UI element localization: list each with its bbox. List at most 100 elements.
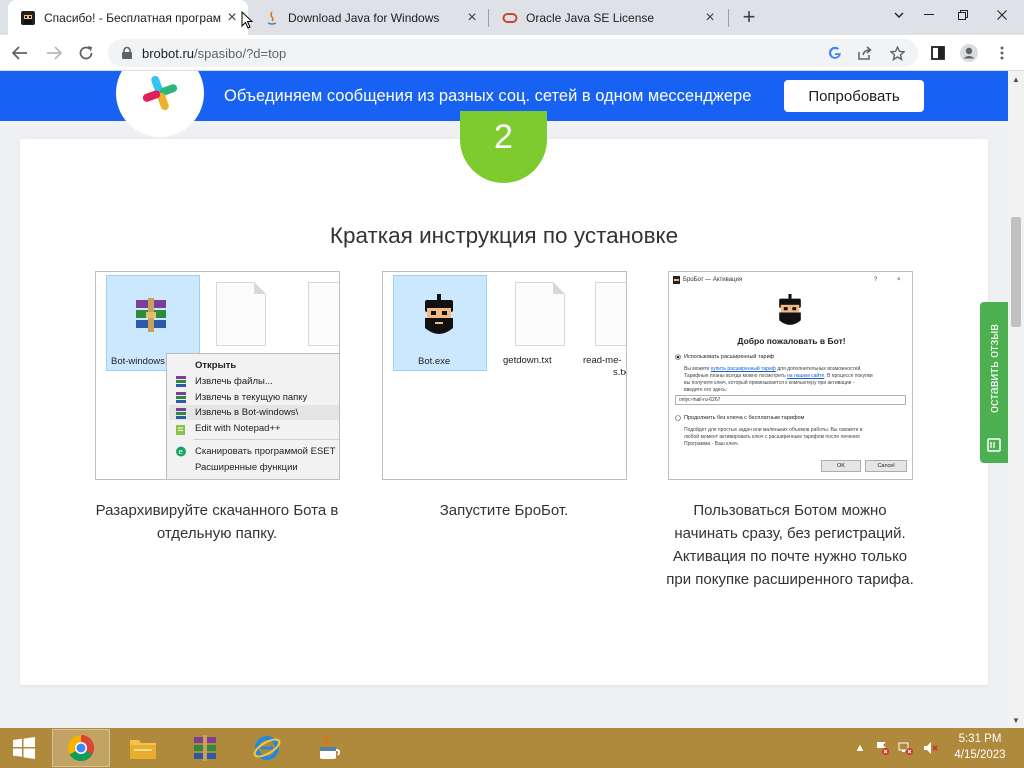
ctx-item-notepad: Edit with Notepad++ xyxy=(195,423,281,434)
svg-text:e: e xyxy=(179,448,183,456)
new-tab-button[interactable]: + xyxy=(737,4,761,29)
file-label: Bot-windows xyxy=(111,356,165,367)
address-bar[interactable]: brobot.ru/spasibo/?d=top xyxy=(108,39,918,67)
taskbar-file-explorer[interactable] xyxy=(114,729,172,767)
minimize-button[interactable] xyxy=(912,0,946,30)
tab-strip: Спасибо! - Бесплатная програм × Download… xyxy=(0,0,1024,35)
ctx-item-extract-files: Извлечь файлы... xyxy=(195,376,273,387)
dialog-close: × xyxy=(897,277,901,283)
close-window-button[interactable] xyxy=(980,0,1024,30)
restore-button[interactable] xyxy=(946,0,980,30)
feedback-label: оставить отзыв xyxy=(987,324,1001,414)
scroll-down-arrow-icon[interactable]: ▼ xyxy=(1008,712,1024,728)
back-button[interactable] xyxy=(6,39,34,67)
dialog-help: ? xyxy=(874,277,878,283)
url-path: /spasibo/?d=top xyxy=(194,45,287,61)
lock-icon[interactable] xyxy=(120,46,134,60)
tab-search-chevron-icon[interactable] xyxy=(882,0,916,30)
winrar-archive-icon xyxy=(136,298,166,332)
context-menu: Открыть Извлечь файлы... Извлечь в текущ… xyxy=(166,353,339,479)
java-favicon-icon xyxy=(264,10,280,26)
taskbar-java[interactable] xyxy=(300,729,358,767)
document-file-icon xyxy=(515,282,565,346)
notepad-plus-icon xyxy=(176,425,185,435)
ctx-item-eset-scan: Сканировать программой ESET xyxy=(195,446,336,457)
start-button[interactable] xyxy=(0,728,48,768)
option-free-desc: Подойдет для простых задач или маленьких… xyxy=(684,427,863,447)
profile-avatar-icon[interactable] xyxy=(959,43,979,63)
dialog-title: БроБот — Активация xyxy=(683,277,743,283)
folder-icon xyxy=(130,740,156,759)
screenshot-activation: БроБот — Активация ? × Добро пожаловать … xyxy=(668,271,913,480)
page-viewport: Объединяем сообщения из разных соц. сете… xyxy=(0,71,1008,728)
oracle-favicon-icon xyxy=(502,10,518,26)
url-text: brobot.ru/spasibo/?d=top xyxy=(142,46,286,61)
side-panel-icon[interactable] xyxy=(928,43,948,63)
taskbar-chrome[interactable] xyxy=(52,729,110,767)
document-file-icon xyxy=(595,282,626,346)
caption-step-launch: Запустите БроБот. xyxy=(439,502,569,519)
tray-action-center-icon[interactable] xyxy=(874,740,890,756)
screen: Спасибо! - Бесплатная програм × Download… xyxy=(0,0,1024,768)
eset-icon: e xyxy=(176,446,186,457)
scroll-up-arrow-icon[interactable]: ▲ xyxy=(1008,71,1024,87)
screenshot-unpack: Bot-windows Открыть Извлечь файлы... Изв… xyxy=(95,271,340,480)
screenshot-launch: Bot.exe getdown.txt read-me- s.tx xyxy=(382,271,627,480)
option-free: Продолжить без ключа с бесплатным тарифо… xyxy=(684,415,805,421)
close-tab-icon[interactable]: × xyxy=(462,8,482,28)
windows-logo-icon xyxy=(13,737,35,759)
tab-title: Спасибо! - Бесплатная програм xyxy=(44,10,221,25)
dialog-heading: Добро пожаловать в Бот! xyxy=(737,336,846,346)
radio-unselected-icon xyxy=(675,415,681,421)
file-label: Bot.exe xyxy=(418,356,451,367)
share-icon[interactable] xyxy=(856,44,874,62)
ctx-item-extract-here: Извлечь в текущую папку xyxy=(195,392,308,403)
tab-oracle-license[interactable]: Oracle Java SE License × xyxy=(490,0,726,35)
slack-logo-icon xyxy=(116,71,204,137)
winrar-icon xyxy=(194,735,216,761)
close-tab-icon[interactable]: × xyxy=(700,8,720,28)
tab-separator xyxy=(488,9,489,27)
tray-volume-muted-icon[interactable] xyxy=(922,740,938,756)
tray-network-icon[interactable] xyxy=(898,740,914,756)
tab-java-download[interactable]: Download Java for Windows × xyxy=(252,0,488,35)
winrar-small-icon xyxy=(176,376,186,387)
caption-step-activate: Пользоваться Ботом можно начинать сразу,… xyxy=(666,502,914,588)
taskbar-clock[interactable]: 5:31 PM 4/15/2023 xyxy=(948,731,1012,763)
caption-step-unpack: Разархивируйте скачанного Бота в отдельн… xyxy=(95,502,339,542)
menu-kebab-icon[interactable] xyxy=(992,43,1012,63)
feedback-tab[interactable]: оставить отзыв xyxy=(980,302,1008,463)
bookmark-star-icon[interactable] xyxy=(888,44,906,62)
bot-exe-tile: Bot.exe xyxy=(393,275,487,371)
dialog-titlebar: БроБот — Активация ? × xyxy=(669,272,912,288)
java-icon xyxy=(320,734,341,759)
browser-toolbar: brobot.ru/spasibo/?d=top xyxy=(0,35,1024,71)
tray-show-hidden-icon[interactable]: ▲ xyxy=(852,740,868,756)
page-scrollbar[interactable]: ▲ ▼ xyxy=(1008,71,1024,728)
option-extended-desc: Вы можете купить расширенный тариф для д… xyxy=(684,366,873,393)
document-file-icon xyxy=(308,282,339,346)
taskbar-internet-explorer[interactable] xyxy=(238,729,296,767)
file-label: read-me- xyxy=(583,355,622,366)
google-translate-icon[interactable] xyxy=(826,44,844,62)
forward-button[interactable] xyxy=(40,39,68,67)
banner-text: Объединяем сообщения из разных соц. сете… xyxy=(224,87,752,105)
ctx-item-advanced: Расширенные функции xyxy=(195,462,298,473)
try-button[interactable]: Попробовать xyxy=(784,80,924,112)
clock-date: 4/15/2023 xyxy=(954,749,1006,761)
close-tab-icon[interactable]: × xyxy=(222,8,242,28)
reload-button[interactable] xyxy=(72,39,100,67)
brobot-dialog-icon xyxy=(779,294,801,325)
tab-brobot[interactable]: Спасибо! - Бесплатная програм × xyxy=(8,0,248,35)
brobot-app-icon xyxy=(425,294,453,334)
dialog-cancel-button: Cancel xyxy=(865,460,907,472)
internet-explorer-icon xyxy=(253,736,281,760)
url-host: brobot.ru xyxy=(142,45,195,61)
radio-selected-icon xyxy=(675,354,681,360)
document-file-icon xyxy=(216,282,266,346)
tab-title: Download Java for Windows xyxy=(288,10,440,25)
scrollbar-thumb[interactable] xyxy=(1011,217,1021,327)
taskbar-winrar[interactable] xyxy=(176,729,234,767)
ctx-item-open: Открыть xyxy=(195,360,237,371)
key-input: onlyc-mail-ru-6267 xyxy=(675,395,906,405)
